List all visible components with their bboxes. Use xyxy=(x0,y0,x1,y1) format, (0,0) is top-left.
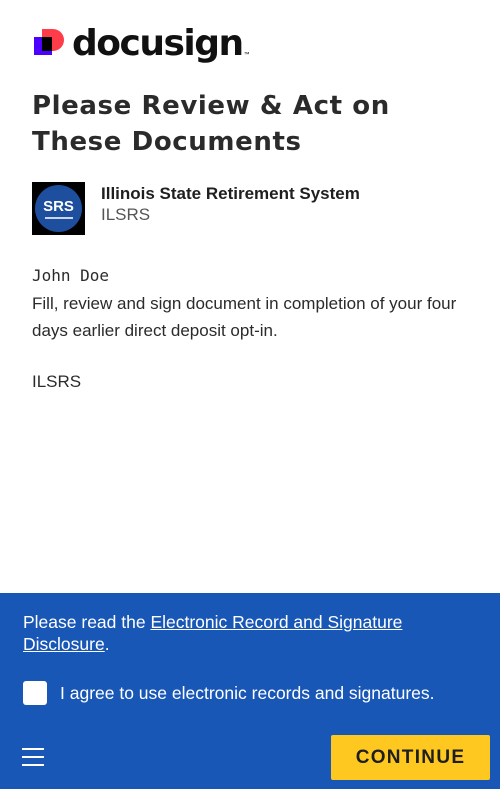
message-signoff: ILSRS xyxy=(32,372,82,391)
disclosure-text: Please read the Electronic Record and Si… xyxy=(23,611,463,655)
recipient-name: John Doe xyxy=(32,266,110,285)
page-title: Please Review & Act on These Documents xyxy=(32,91,390,157)
agree-label[interactable]: I agree to use electronic records and si… xyxy=(60,683,435,704)
sender-short-name: ILSRS xyxy=(101,205,151,224)
brand-trademark: ™ xyxy=(243,52,250,58)
agree-row[interactable]: I agree to use electronic records and si… xyxy=(23,681,435,705)
action-panel: Please read the Electronic Record and Si… xyxy=(0,593,500,789)
continue-button[interactable]: CONTINUE xyxy=(331,735,490,780)
sender-info: Illinois State Retirement System ILSRS xyxy=(101,182,360,235)
agree-checkbox[interactable] xyxy=(23,681,47,705)
avatar-text: SRS xyxy=(43,197,74,215)
sender-avatar: SRS xyxy=(32,182,85,235)
docusign-logo: docusign ™ xyxy=(34,22,250,66)
disclosure-suffix: . xyxy=(104,634,110,654)
hamburger-menu-icon[interactable] xyxy=(22,748,44,766)
brand-name: docusign xyxy=(72,23,244,64)
sender-name: Illinois State Retirement System xyxy=(101,184,360,203)
disclosure-prefix: Please read the xyxy=(23,612,151,632)
message-body: Fill, review and sign document in comple… xyxy=(32,294,457,340)
ilsrs-logo-icon: SRS xyxy=(35,185,82,232)
docusign-mark-icon xyxy=(34,28,66,60)
sender-block: SRS Illinois State Retirement System ILS… xyxy=(32,182,360,235)
